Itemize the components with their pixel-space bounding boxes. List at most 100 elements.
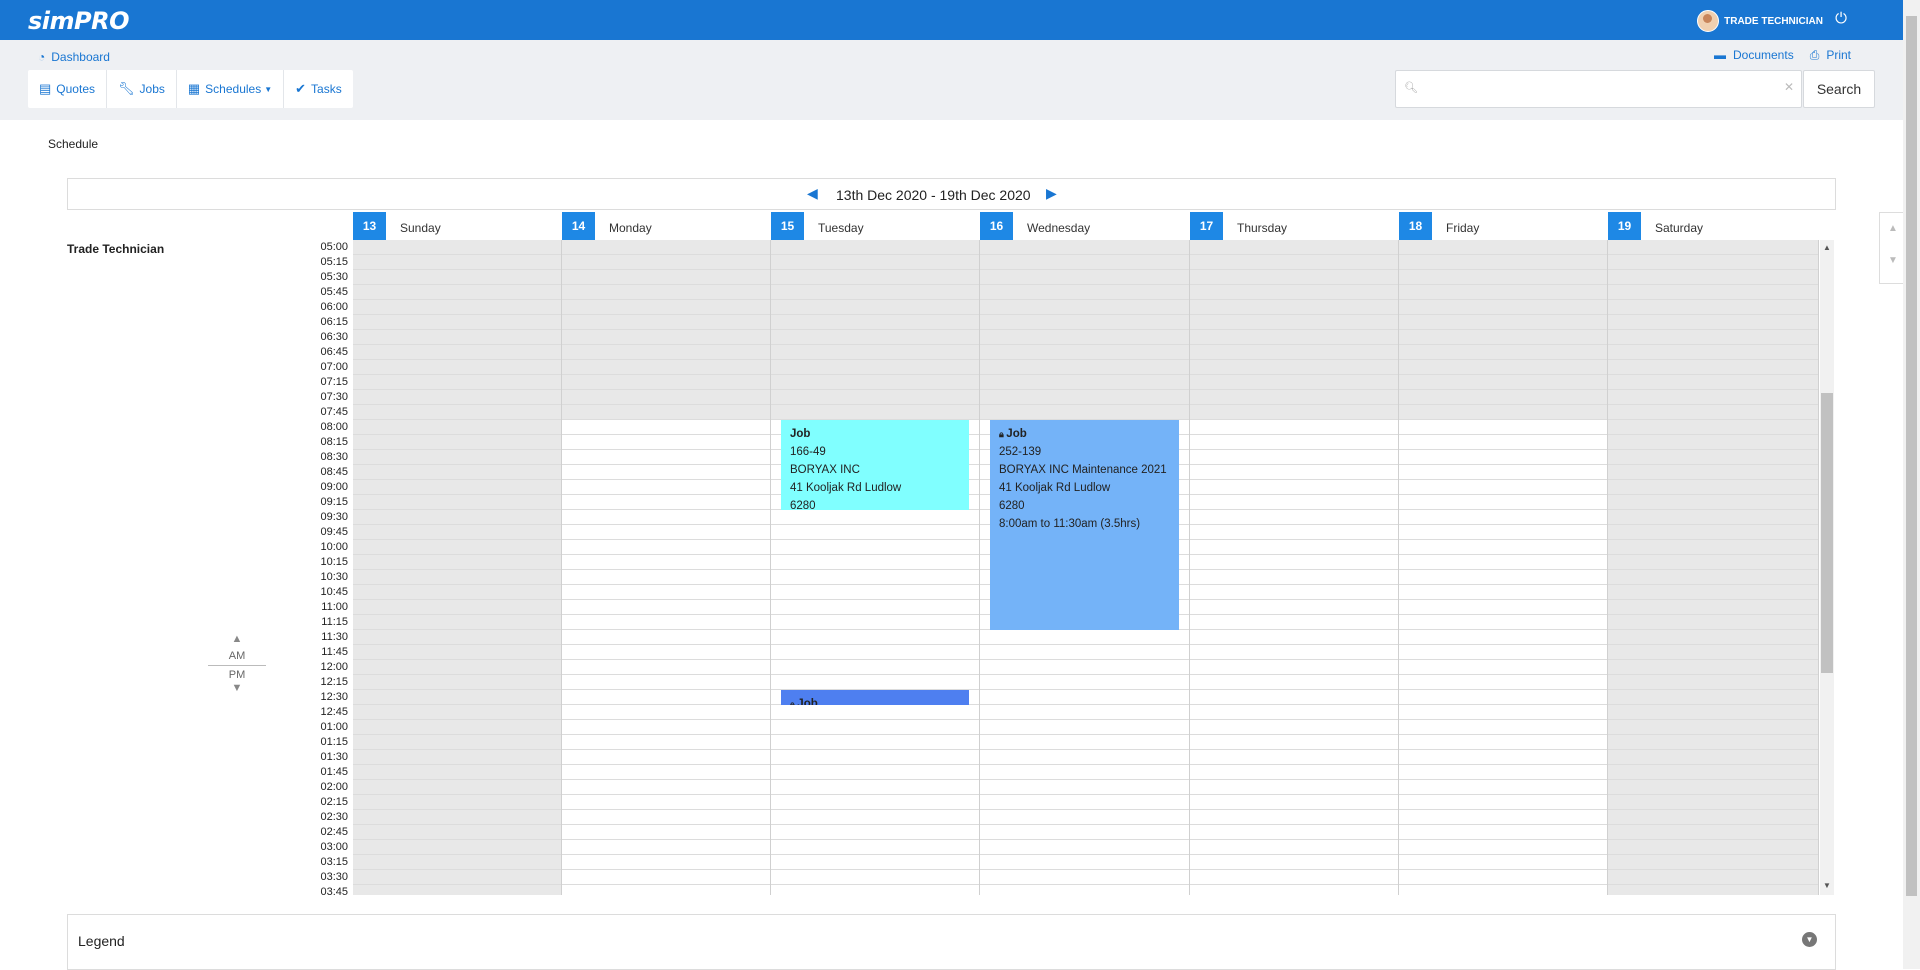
scroll-down-icon[interactable]: ▼ — [1823, 881, 1831, 890]
time-slot[interactable] — [353, 540, 561, 555]
time-slot[interactable] — [353, 285, 561, 300]
time-slot[interactable] — [562, 345, 770, 360]
time-slot[interactable] — [1399, 450, 1607, 465]
documents-link[interactable]: ▬ Documents — [1714, 48, 1794, 63]
time-slot[interactable] — [353, 345, 561, 360]
time-slot[interactable] — [353, 825, 561, 840]
time-slot[interactable] — [353, 375, 561, 390]
time-slot[interactable] — [1608, 390, 1818, 405]
time-slot[interactable] — [980, 330, 1189, 345]
time-slot[interactable] — [771, 870, 979, 885]
time-slot[interactable] — [562, 465, 770, 480]
time-slot[interactable] — [1190, 480, 1398, 495]
time-slot[interactable] — [562, 795, 770, 810]
time-slot[interactable] — [771, 885, 979, 895]
time-slot[interactable] — [1399, 420, 1607, 435]
side-down-icon[interactable]: ▼ — [1888, 255, 1898, 266]
time-slot[interactable] — [1608, 270, 1818, 285]
page-scrollbar[interactable] — [1903, 0, 1920, 969]
time-slot[interactable] — [562, 255, 770, 270]
time-slot[interactable] — [562, 690, 770, 705]
time-slot[interactable] — [771, 840, 979, 855]
time-slot[interactable] — [1608, 750, 1818, 765]
time-slot[interactable] — [353, 630, 561, 645]
time-slot[interactable] — [1608, 285, 1818, 300]
time-slot[interactable] — [353, 510, 561, 525]
page-scrollbar-thumb[interactable] — [1906, 16, 1917, 896]
time-slot[interactable] — [1608, 630, 1818, 645]
time-slot[interactable] — [1190, 645, 1398, 660]
day-header[interactable]: 13 Sunday — [353, 212, 562, 240]
expand-icon[interactable]: ▼ — [1802, 932, 1817, 947]
time-slot[interactable] — [771, 555, 979, 570]
nav-schedules[interactable]: ▦ Schedules ▼ — [177, 70, 285, 108]
time-slot[interactable] — [353, 645, 561, 660]
time-slot[interactable] — [353, 315, 561, 330]
time-slot[interactable] — [1190, 840, 1398, 855]
time-slot[interactable] — [1190, 675, 1398, 690]
time-slot[interactable] — [1608, 375, 1818, 390]
time-slot[interactable] — [562, 420, 770, 435]
scroll-up-icon[interactable]: ▲ — [1823, 243, 1831, 252]
time-slot[interactable] — [1399, 480, 1607, 495]
time-slot[interactable] — [1608, 330, 1818, 345]
time-slot[interactable] — [1190, 885, 1398, 895]
time-slot[interactable] — [980, 360, 1189, 375]
nav-quotes[interactable]: ▤ Quotes — [28, 70, 107, 108]
time-slot[interactable] — [771, 255, 979, 270]
search-input[interactable] — [1422, 77, 1726, 101]
time-slot[interactable] — [562, 495, 770, 510]
time-slot[interactable] — [1608, 870, 1818, 885]
time-slot[interactable] — [980, 825, 1189, 840]
time-slot[interactable] — [1608, 825, 1818, 840]
time-slot[interactable] — [353, 720, 561, 735]
time-slot[interactable] — [771, 855, 979, 870]
time-slot[interactable] — [771, 285, 979, 300]
time-slot[interactable] — [353, 690, 561, 705]
time-slot[interactable] — [1399, 870, 1607, 885]
time-slot[interactable] — [771, 300, 979, 315]
day-number[interactable]: 13 — [353, 212, 386, 240]
time-slot[interactable] — [771, 765, 979, 780]
time-slot[interactable] — [980, 795, 1189, 810]
time-slot[interactable] — [771, 405, 979, 420]
time-slot[interactable] — [1399, 555, 1607, 570]
day-header[interactable]: 17 Thursday — [1190, 212, 1399, 240]
time-slot[interactable] — [1190, 285, 1398, 300]
time-slot[interactable] — [1190, 465, 1398, 480]
time-slot[interactable] — [562, 435, 770, 450]
time-slot[interactable] — [353, 840, 561, 855]
time-slot[interactable] — [1190, 435, 1398, 450]
time-slot[interactable] — [1399, 660, 1607, 675]
time-slot[interactable] — [1399, 795, 1607, 810]
job-card[interactable]: Job 166-49 BORYAX INC 41 Kooljak Rd Ludlow 6… — [781, 420, 969, 510]
time-slot[interactable] — [1190, 750, 1398, 765]
time-slot[interactable] — [1608, 255, 1818, 270]
time-slot[interactable] — [353, 525, 561, 540]
time-slot[interactable] — [1399, 720, 1607, 735]
time-slot[interactable] — [353, 885, 561, 895]
time-slot[interactable] — [1608, 855, 1818, 870]
time-slot[interactable] — [353, 390, 561, 405]
time-slot[interactable] — [353, 405, 561, 420]
time-slot[interactable] — [353, 465, 561, 480]
time-slot[interactable] — [353, 255, 561, 270]
time-slot[interactable] — [1190, 420, 1398, 435]
time-slot[interactable] — [353, 780, 561, 795]
time-slot[interactable] — [562, 405, 770, 420]
time-slot[interactable] — [1190, 255, 1398, 270]
time-slot[interactable] — [980, 285, 1189, 300]
time-slot[interactable] — [562, 330, 770, 345]
time-slot[interactable] — [980, 780, 1189, 795]
time-slot[interactable] — [1190, 855, 1398, 870]
time-slot[interactable] — [353, 585, 561, 600]
time-slot[interactable] — [771, 810, 979, 825]
time-slot[interactable] — [1399, 645, 1607, 660]
time-slot[interactable] — [1399, 600, 1607, 615]
time-slot[interactable] — [1608, 765, 1818, 780]
time-slot[interactable] — [1399, 525, 1607, 540]
time-slot[interactable] — [1190, 405, 1398, 420]
time-slot[interactable] — [1399, 405, 1607, 420]
time-slot[interactable] — [771, 510, 979, 525]
day-number[interactable]: 18 — [1399, 212, 1432, 240]
